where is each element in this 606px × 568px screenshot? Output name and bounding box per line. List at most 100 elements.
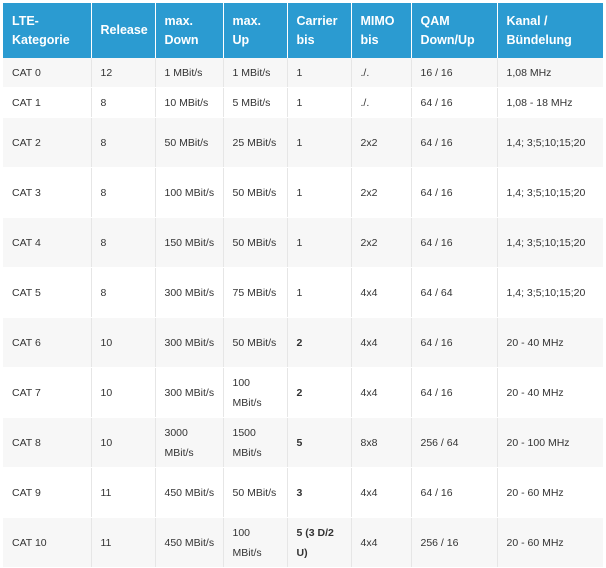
- cell-lte-kategorie: CAT 4: [3, 217, 92, 268]
- cell-mimo-bis: 2x2: [351, 117, 412, 168]
- cell-qam: 64 / 16: [411, 367, 498, 418]
- cell-lte-kategorie: CAT 2: [3, 117, 92, 168]
- cell-mimo-bis: 4x4: [351, 467, 412, 518]
- cell-qam: 64 / 64: [411, 267, 498, 318]
- cell-qam: 256 / 16: [411, 517, 498, 568]
- cell-kanal: 1,4; 3;5;10;15;20: [497, 117, 603, 168]
- cell-lte-kategorie: CAT 7: [3, 367, 92, 418]
- header-max-up: max. Up: [223, 3, 288, 58]
- cell-release: 10: [91, 417, 156, 468]
- cell-qam: 64 / 16: [411, 467, 498, 518]
- cell-lte-kategorie: CAT 8: [3, 417, 92, 468]
- cell-max-up: 50 MBit/s: [223, 317, 288, 368]
- cell-max-up: 50 MBit/s: [223, 467, 288, 518]
- cell-kanal: 1,4; 3;5;10;15;20: [497, 167, 603, 218]
- header-line: QAM Down/Up: [420, 13, 475, 47]
- table-row: CAT 4 8 150 MBit/s 50 MBit/s 1 2x2 64 / 16 1,4;…: [3, 217, 603, 268]
- cell-mimo-bis: 4x4: [351, 317, 412, 368]
- cell-max-up: 100 MBit/s: [223, 517, 288, 568]
- cell-qam: 64 / 16: [411, 167, 498, 218]
- table-row: CAT 8 10 3000 MBit/s 1500 MBit/s 5 8x8 256 / 6…: [3, 417, 603, 468]
- cell-carrier-bis: 1: [287, 87, 352, 118]
- cell-max-up: 50 MBit/s: [223, 217, 288, 268]
- cell-mimo-bis: ./.: [351, 87, 412, 118]
- header-line: max. Down: [164, 13, 199, 47]
- cell-kanal: 20 - 40 MHz: [497, 317, 603, 368]
- cell-lte-kategorie: CAT 5: [3, 267, 92, 318]
- cell-mimo-bis: 2x2: [351, 217, 412, 268]
- table-row: CAT 2 8 50 MBit/s 25 MBit/s 1 2x2 64 / 16 1,4; …: [3, 117, 603, 168]
- cell-mimo-bis: 4x4: [351, 367, 412, 418]
- cell-qam: 64 / 16: [411, 87, 498, 118]
- cell-mimo-bis: 2x2: [351, 167, 412, 218]
- cell-release: 11: [91, 517, 156, 568]
- header-max-down: max. Down: [155, 3, 224, 58]
- cell-max-down: 300 MBit/s: [155, 367, 224, 418]
- cell-max-down: 3000 MBit/s: [155, 417, 224, 468]
- table-row: CAT 3 8 100 MBit/s 50 MBit/s 1 2x2 64 / 16 1,4;…: [3, 167, 603, 218]
- header-carrier-bis: Carrier bis: [287, 3, 352, 58]
- cell-release: 10: [91, 367, 156, 418]
- cell-release: 8: [91, 117, 156, 168]
- cell-carrier-bis: 2: [287, 367, 352, 418]
- table-header: LTE- Kategorie Release max. Down max. Up C…: [3, 3, 603, 58]
- cell-kanal: 20 - 40 MHz: [497, 367, 603, 418]
- table-row: CAT 1 8 10 MBit/s 5 MBit/s 1 ./. 64 / 16 1,08 -…: [3, 87, 603, 118]
- cell-carrier-bis: 2: [287, 317, 352, 368]
- cell-release: 11: [91, 467, 156, 518]
- cell-max-up: 25 MBit/s: [223, 117, 288, 168]
- header-line: MIMO bis: [360, 13, 395, 47]
- cell-lte-kategorie: CAT 0: [3, 58, 92, 88]
- cell-lte-kategorie: CAT 1: [3, 87, 92, 118]
- cell-carrier-bis: 1: [287, 58, 352, 88]
- header-release: Release: [91, 3, 156, 58]
- table-body: CAT 0 12 1 MBit/s 1 MBit/s 1 ./. 16 / 16 1,08 M…: [3, 58, 603, 568]
- table-row: CAT 10 11 450 MBit/s 100 MBit/s 5 (3 D/2 U) 4…: [3, 517, 603, 568]
- cell-mimo-bis: 4x4: [351, 517, 412, 568]
- header-kanal: Kanal / Bündelung: [497, 3, 603, 58]
- cell-qam: 64 / 16: [411, 217, 498, 268]
- cell-max-down: 450 MBit/s: [155, 517, 224, 568]
- cell-mimo-bis: 8x8: [351, 417, 412, 468]
- cell-carrier-bis: 5: [287, 417, 352, 468]
- cell-carrier-bis: 1: [287, 267, 352, 318]
- header-line: max. Up: [232, 13, 262, 47]
- cell-kanal: 1,08 - 18 MHz: [497, 87, 603, 118]
- cell-mimo-bis: ./.: [351, 58, 412, 88]
- cell-lte-kategorie: CAT 6: [3, 317, 92, 368]
- table-row: CAT 0 12 1 MBit/s 1 MBit/s 1 ./. 16 / 16 1,08 M…: [3, 58, 603, 88]
- cell-lte-kategorie: CAT 9: [3, 467, 92, 518]
- table-row: CAT 6 10 300 MBit/s 50 MBit/s 2 4x4 64 / 16 20 …: [3, 317, 603, 368]
- cell-carrier-bis: 1: [287, 217, 352, 268]
- cell-max-up: 75 MBit/s: [223, 267, 288, 318]
- header-line: LTE- Kategorie: [12, 13, 70, 47]
- cell-kanal: 20 - 60 MHz: [497, 467, 603, 518]
- cell-release: 10: [91, 317, 156, 368]
- cell-release: 8: [91, 167, 156, 218]
- cell-max-down: 150 MBit/s: [155, 217, 224, 268]
- cell-carrier-bis: 5 (3 D/2 U): [287, 517, 352, 568]
- cell-mimo-bis: 4x4: [351, 267, 412, 318]
- cell-max-up: 1500 MBit/s: [223, 417, 288, 468]
- cell-carrier-bis: 3: [287, 467, 352, 518]
- cell-qam: 256 / 64: [411, 417, 498, 468]
- table-row: CAT 5 8 300 MBit/s 75 MBit/s 1 4x4 64 / 64 1,4;…: [3, 267, 603, 318]
- header-line: Kanal / Bündelung: [506, 13, 572, 47]
- header-line: Release: [100, 23, 148, 37]
- cell-max-down: 10 MBit/s: [155, 87, 224, 118]
- cell-release: 8: [91, 267, 156, 318]
- cell-lte-kategorie: CAT 3: [3, 167, 92, 218]
- cell-release: 8: [91, 87, 156, 118]
- cell-kanal: 1,4; 3;5;10;15;20: [497, 217, 603, 268]
- cell-max-up: 50 MBit/s: [223, 167, 288, 218]
- cell-max-up: 5 MBit/s: [223, 87, 288, 118]
- table-row: CAT 9 11 450 MBit/s 50 MBit/s 3 4x4 64 / 16 20 …: [3, 467, 603, 518]
- cell-qam: 16 / 16: [411, 58, 498, 88]
- cell-release: 8: [91, 217, 156, 268]
- header-row: LTE- Kategorie Release max. Down max. Up C…: [3, 3, 603, 58]
- lte-category-table: LTE- Kategorie Release max. Down max. Up C…: [3, 3, 603, 568]
- header-line: Carrier bis: [296, 13, 338, 47]
- cell-qam: 64 / 16: [411, 117, 498, 168]
- cell-max-up: 1 MBit/s: [223, 58, 288, 88]
- cell-max-up: 100 MBit/s: [223, 367, 288, 418]
